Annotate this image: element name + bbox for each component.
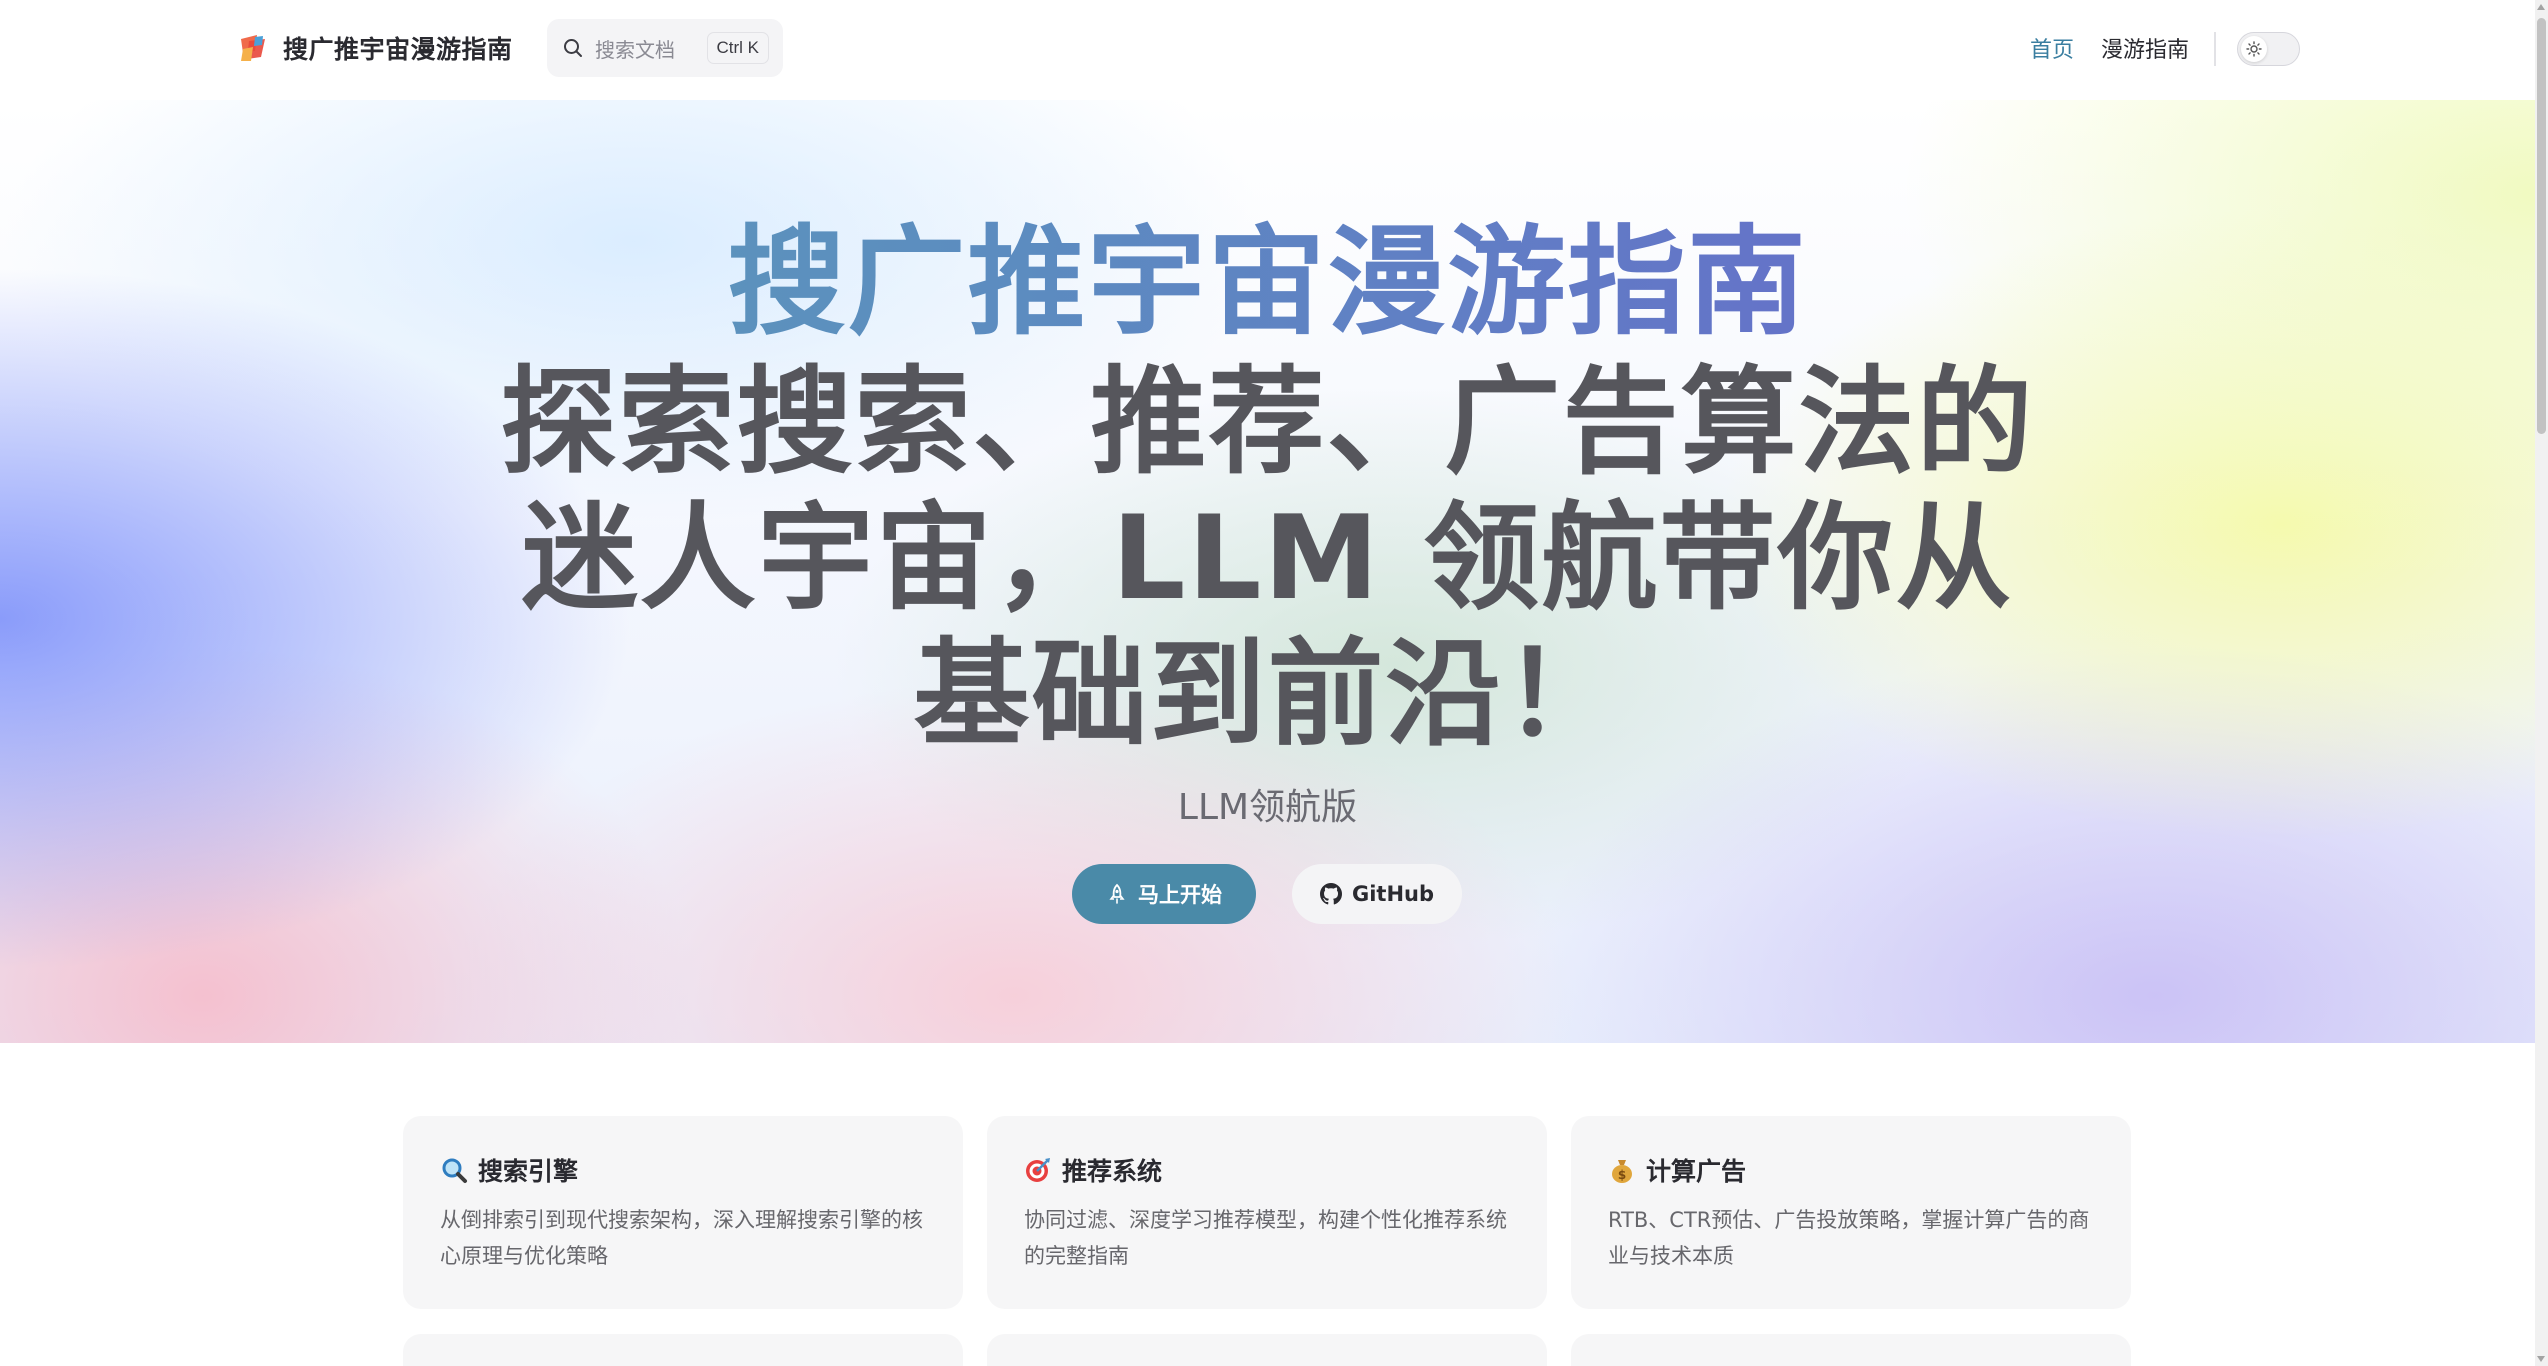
logo-icon (241, 35, 265, 61)
nav-link-guide[interactable]: 漫游指南 (2101, 32, 2189, 64)
feature-card[interactable] (403, 1334, 963, 1366)
scrollbar-thumb[interactable] (2537, 18, 2546, 434)
target-emoji-icon (1026, 1158, 1050, 1182)
sun-icon (2246, 41, 2262, 57)
search-icon (564, 39, 582, 57)
search-button[interactable]: 搜索文档 Ctrl K (547, 19, 783, 77)
feature-card[interactable] (1571, 1334, 2131, 1366)
rocket-icon (1109, 883, 1125, 904)
get-started-label: 马上开始 (1138, 883, 1222, 907)
search-shortcut-badge: Ctrl K (706, 32, 769, 64)
svg-text:$: $ (1618, 1168, 1626, 1182)
hero-title: 搜广推宇宙漫游指南 (0, 217, 2535, 347)
github-icon (1319, 883, 1342, 905)
magnifier-emoji-icon (442, 1158, 467, 1183)
feature-title: 推荐系统 (1062, 1157, 1163, 1186)
feature-card-recommend[interactable]: 推荐系统 协同过滤、深度学习推荐模型，构建个性化推荐系统的完整指南 (987, 1116, 1547, 1309)
hero-tagline: 探索搜索、推荐、广告算法的迷人宇宙，LLM 领航带你从基础到前沿！ (500, 355, 2035, 762)
get-started-button[interactable]: 马上开始 (1072, 864, 1256, 924)
page-scrollbar[interactable] (2535, 0, 2548, 1366)
brand-home-link[interactable]: 搜广推宇宙漫游指南 (235, 28, 513, 68)
hero-subtitle: LLM领航版 (1177, 787, 1358, 828)
feature-desc: 协同过滤、深度学习推荐模型，构建个性化推荐系统的完整指南 (1024, 1208, 1507, 1268)
feature-card-ads[interactable]: $ 计算广告 RTB、CTR预估、广告投放策略，掌握计算广告的商业与技术本质 (1571, 1116, 2131, 1309)
github-button[interactable]: GitHub (1292, 864, 1462, 924)
money-bag-emoji-icon: $ (1612, 1160, 1632, 1183)
scroll-down-arrow-icon[interactable] (2537, 1356, 2545, 1362)
github-label: GitHub (1351, 882, 1435, 906)
theme-toggle[interactable] (2237, 32, 2300, 66)
feature-title: 计算广告 (1646, 1157, 1747, 1186)
feature-desc: RTB、CTR预估、广告投放策略，掌握计算广告的商业与技术本质 (1608, 1208, 2090, 1268)
feature-title: 搜索引擎 (478, 1157, 579, 1186)
nav-divider (2214, 32, 2216, 66)
scroll-up-arrow-icon[interactable] (2537, 4, 2545, 10)
nav-link-home[interactable]: 首页 (2030, 32, 2074, 64)
top-nav: 搜广推宇宙漫游指南 搜索文档 Ctrl K 首页 漫游指南 (0, 0, 2535, 100)
theme-toggle-knob (2241, 36, 2267, 62)
hero-section: 搜广推宇宙漫游指南 探索搜索、推荐、广告算法的迷人宇宙，LLM 领航带你从基础到… (0, 100, 2535, 1043)
feature-card[interactable] (987, 1334, 1547, 1366)
feature-card-search[interactable]: 搜索引擎 从倒排索引到现代搜索架构，深入理解搜索引擎的核心原理与优化策略 (403, 1116, 963, 1309)
feature-desc: 从倒排索引到现代搜索架构，深入理解搜索引擎的核心原理与优化策略 (440, 1208, 923, 1268)
brand-title: 搜广推宇宙漫游指南 (283, 35, 513, 64)
search-placeholder: 搜索文档 (595, 37, 675, 62)
